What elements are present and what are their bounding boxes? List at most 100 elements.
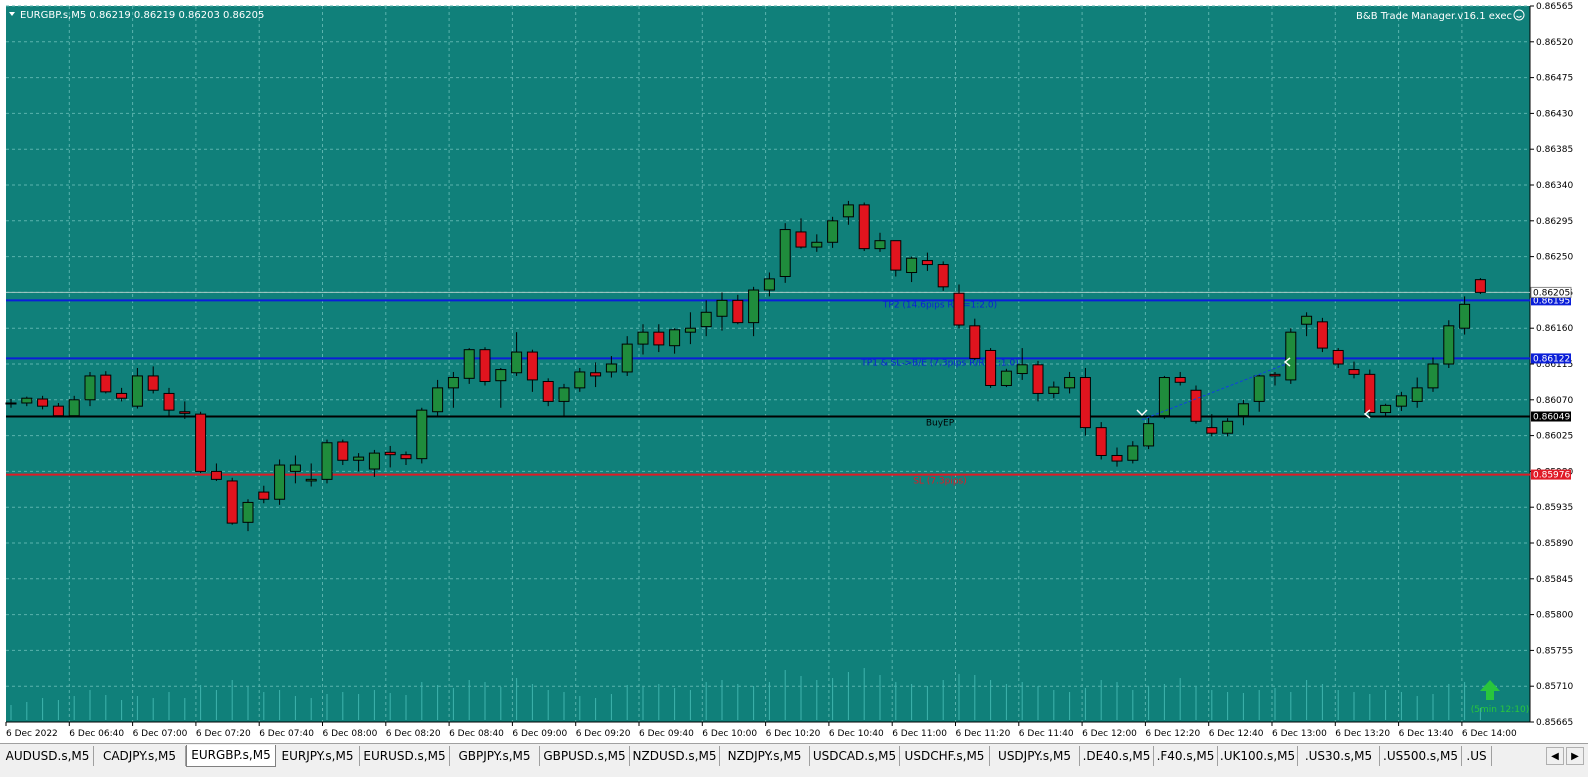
- bear-candle[interactable]: [258, 491, 270, 500]
- symbol-tab[interactable]: EURJPY.s,M5: [276, 746, 360, 766]
- bull-candle[interactable]: [274, 464, 286, 500]
- bull-candle[interactable]: [463, 349, 475, 379]
- bull-candle[interactable]: [1064, 377, 1076, 389]
- bull-candle[interactable]: [447, 377, 459, 389]
- bear-candle[interactable]: [1095, 427, 1107, 456]
- bull-candle[interactable]: [1443, 325, 1455, 365]
- symbol-tab[interactable]: .US30.s,M5: [1298, 746, 1380, 766]
- bull-candle[interactable]: [716, 299, 728, 317]
- bear-candle[interactable]: [921, 260, 933, 266]
- bear-candle[interactable]: [163, 392, 175, 411]
- symbol-tab[interactable]: .UK100.s,M5: [1218, 746, 1298, 766]
- bear-candle[interactable]: [732, 299, 744, 324]
- bear-candle[interactable]: [890, 240, 902, 271]
- bull-candle[interactable]: [827, 220, 839, 243]
- symbol-tab[interactable]: NZDJPY.s,M5: [720, 746, 810, 766]
- bear-candle[interactable]: [858, 204, 870, 250]
- bull-candle[interactable]: [1301, 315, 1313, 325]
- bear-candle[interactable]: [1316, 321, 1328, 349]
- symbol-tab[interactable]: .US500.s,M5: [1380, 746, 1462, 766]
- bull-candle[interactable]: [1000, 370, 1012, 386]
- bear-candle[interactable]: [226, 480, 238, 524]
- bear-candle[interactable]: [1348, 369, 1360, 375]
- bear-candle[interactable]: [969, 325, 981, 359]
- bear-candle[interactable]: [337, 441, 349, 461]
- bull-candle[interactable]: [353, 456, 365, 461]
- bear-candle[interactable]: [1332, 349, 1344, 365]
- bear-candle[interactable]: [1364, 373, 1376, 414]
- bull-candle[interactable]: [669, 329, 681, 347]
- symbol-tab[interactable]: USDCHF.s,M5: [900, 746, 990, 766]
- bear-candle[interactable]: [400, 454, 412, 460]
- bull-candle[interactable]: [621, 343, 633, 373]
- bull-candle[interactable]: [131, 375, 143, 407]
- bear-candle[interactable]: [953, 292, 965, 326]
- symbol-tab[interactable]: USDJPY.s,M5: [990, 746, 1080, 766]
- bear-candle[interactable]: [195, 413, 207, 472]
- bull-candle[interactable]: [495, 369, 507, 382]
- symbol-tab[interactable]: CADJPY.s,M5: [94, 746, 186, 766]
- bull-candle[interactable]: [242, 501, 254, 523]
- bull-candle[interactable]: [1143, 423, 1155, 447]
- bull-candle[interactable]: [1411, 387, 1423, 402]
- bull-candle[interactable]: [21, 397, 33, 404]
- bull-candle[interactable]: [1237, 403, 1249, 417]
- bull-candle[interactable]: [1253, 375, 1265, 402]
- symbol-tab[interactable]: USDCAD.s,M5: [810, 746, 900, 766]
- bear-candle[interactable]: [116, 392, 128, 399]
- bull-candle[interactable]: [684, 327, 696, 333]
- bear-candle[interactable]: [179, 411, 191, 414]
- bear-candle[interactable]: [985, 349, 997, 386]
- bull-candle[interactable]: [811, 241, 823, 248]
- bull-candle[interactable]: [1127, 445, 1139, 461]
- bear-candle[interactable]: [542, 381, 554, 402]
- bear-candle[interactable]: [1206, 427, 1218, 434]
- bear-candle[interactable]: [479, 349, 491, 383]
- bear-candle[interactable]: [795, 231, 807, 248]
- bull-candle[interactable]: [1048, 386, 1060, 394]
- bull-candle[interactable]: [1380, 404, 1392, 414]
- bear-candle[interactable]: [37, 398, 49, 407]
- bull-candle[interactable]: [748, 289, 760, 324]
- tab-scroll-right-button[interactable]: ▶: [1566, 747, 1584, 765]
- bull-candle[interactable]: [368, 452, 380, 470]
- bull-candle[interactable]: [1427, 363, 1439, 389]
- bull-candle[interactable]: [321, 442, 333, 480]
- symbol-tab[interactable]: .DE40.s,M5: [1080, 746, 1154, 766]
- bear-candle[interactable]: [100, 374, 112, 393]
- bull-candle[interactable]: [906, 257, 918, 274]
- bull-candle[interactable]: [842, 204, 854, 218]
- bear-candle[interactable]: [1032, 364, 1044, 394]
- bull-candle[interactable]: [605, 363, 617, 373]
- bear-candle[interactable]: [1190, 389, 1202, 422]
- bull-candle[interactable]: [289, 464, 301, 472]
- bull-candle[interactable]: [1459, 303, 1471, 329]
- bear-candle[interactable]: [210, 470, 222, 480]
- bull-candle[interactable]: [637, 331, 649, 345]
- bull-candle[interactable]: [511, 351, 523, 374]
- bear-candle[interactable]: [526, 351, 538, 381]
- bear-candle[interactable]: [147, 375, 159, 391]
- bear-candle[interactable]: [1079, 377, 1091, 429]
- bear-candle[interactable]: [52, 405, 64, 417]
- bull-candle[interactable]: [779, 229, 791, 277]
- bull-candle[interactable]: [700, 311, 712, 328]
- bull-candle[interactable]: [416, 409, 428, 460]
- bull-candle[interactable]: [1285, 331, 1297, 381]
- bear-candle[interactable]: [937, 264, 949, 288]
- bull-candle[interactable]: [1395, 395, 1407, 407]
- bear-candle[interactable]: [653, 331, 665, 346]
- tab-scroll-left-button[interactable]: ◀: [1546, 747, 1564, 765]
- chart-window[interactable]: 0.86565 0.86520 0.86475 0.86430 0.86385 0.863…: [0, 0, 1588, 743]
- symbol-tab[interactable]: GBPJPY.s,M5: [450, 746, 540, 766]
- symbol-tab[interactable]: GBPUSD.s,M5: [540, 746, 630, 766]
- bull-candle[interactable]: [432, 387, 444, 413]
- bear-candle[interactable]: [1474, 279, 1486, 293]
- bear-candle[interactable]: [384, 451, 396, 456]
- symbol-tab[interactable]: NZDUSD.s,M5: [630, 746, 720, 766]
- bear-candle[interactable]: [1269, 373, 1281, 377]
- bull-candle[interactable]: [874, 240, 886, 250]
- bull-candle[interactable]: [763, 278, 775, 291]
- bull-candle[interactable]: [84, 375, 96, 401]
- bull-candle[interactable]: [1222, 420, 1234, 434]
